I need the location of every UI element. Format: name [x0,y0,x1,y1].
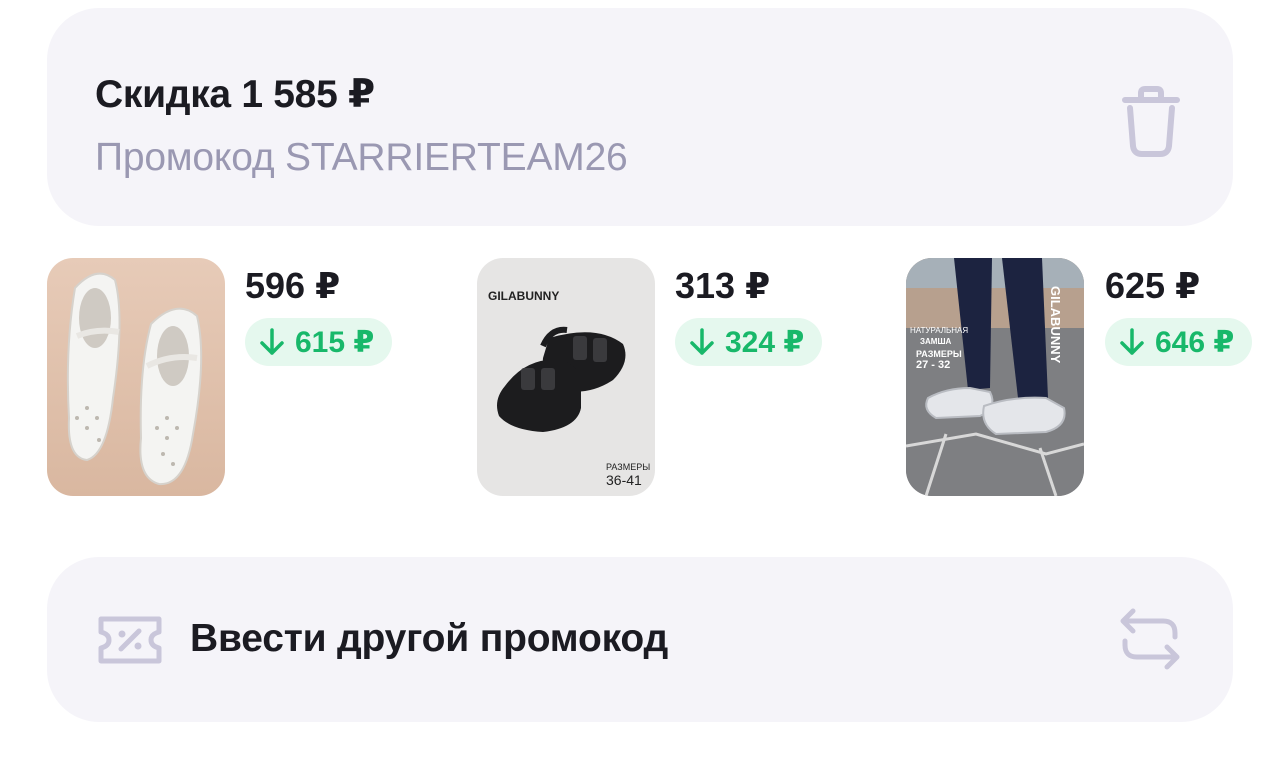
sizes-range: 27 - 32 [916,359,951,371]
product-price: 596 ₽ [245,265,341,306]
sizes-range: 36-41 [606,472,642,488]
brand-label: GILABUNNY [1048,286,1063,364]
sizes-caption: РАЗМЕРЫ [916,349,962,359]
product-image-black-sandals[interactable]: GILABUNNY РАЗМЕРЫ 36-41 [477,258,655,496]
discount-title: Скидка 1 585 ₽ [95,73,375,116]
product-image-white-flats[interactable] [47,258,225,496]
discount-badge: 324 ₽ [675,318,823,366]
discount-amount: 646 ₽ [1155,325,1235,359]
enter-promo-label: Ввести другой промокод [190,617,669,660]
discount-amount: 615 ₽ [295,325,375,359]
badge-suede: ЗАМША [920,337,952,346]
swap-icon[interactable] [1119,607,1181,671]
enter-promo-button[interactable]: Ввести другой промокод [47,557,1233,722]
coupon-icon [98,616,162,664]
discount-badge: 646 ₽ [1105,318,1253,366]
promo-card: Скидка 1 585 ₽ Промокод STARRIERTEAM26 [47,8,1233,226]
arrow-down-icon [690,328,714,355]
badge-natural: НАТУРАЛЬНАЯ [910,326,969,335]
promo-code-label: Промокод STARRIERTEAM26 [95,136,628,179]
discount-badge: 615 ₽ [245,318,393,366]
arrow-down-icon [260,328,284,355]
product-price: 625 ₽ [1105,265,1201,306]
product-price: 313 ₽ [675,265,771,306]
product-image-sneakers[interactable]: НАТУРАЛЬНАЯ ЗАМША РАЗМЕРЫ 27 - 32 GILABU… [906,258,1084,496]
discount-amount: 324 ₽ [725,325,805,359]
sizes-caption: РАЗМЕРЫ [606,462,651,472]
arrow-down-icon [1120,328,1144,355]
trash-icon[interactable] [1119,86,1183,158]
